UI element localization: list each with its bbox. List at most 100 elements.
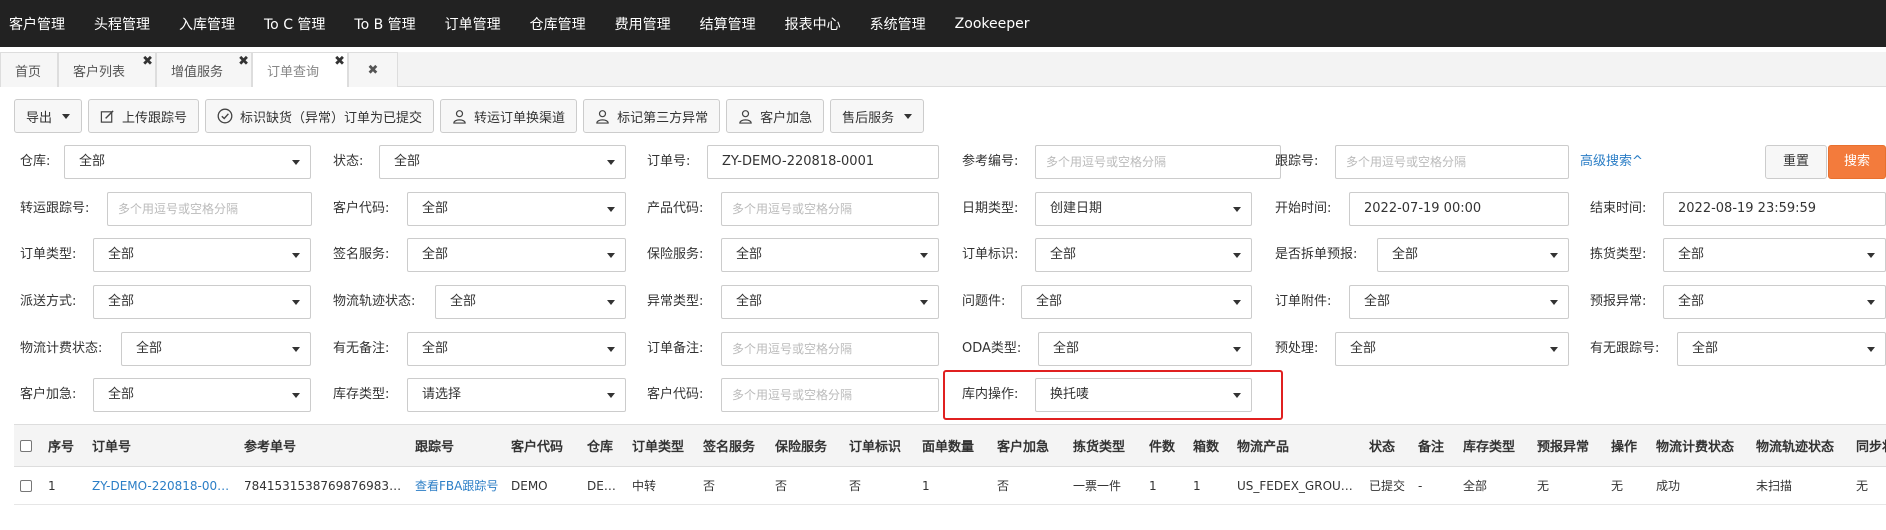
nav-tob[interactable]: To B 管理 — [345, 14, 429, 34]
status-select[interactable]: 全部 — [379, 145, 626, 179]
close-all-tabs-button[interactable]: ✖ — [348, 52, 398, 87]
billing-status-select[interactable]: 全部 — [121, 332, 311, 366]
tab-value-added[interactable]: 增值服务 ✖ — [156, 52, 252, 87]
date-type-label: 日期类型: — [962, 201, 1019, 216]
nav-first-leg[interactable]: 头程管理 — [85, 14, 164, 34]
end-time-input[interactable]: 2022-08-19 23:59:59 — [1663, 192, 1886, 226]
selected-value: 全部 — [136, 341, 163, 356]
caret-down-icon — [1233, 207, 1241, 212]
date-type-select[interactable]: 创建日期 — [1035, 192, 1252, 226]
caret-down-icon — [607, 253, 615, 258]
close-icon[interactable]: ✖ — [142, 55, 153, 68]
view-fba-tracking-link[interactable]: 查看FBA跟踪号 — [409, 466, 505, 505]
nav-orders[interactable]: 订单管理 — [436, 14, 515, 34]
tab-customer-list[interactable]: 客户列表 ✖ — [58, 52, 156, 87]
order-mark-select[interactable]: 全部 — [1035, 238, 1252, 272]
upload-tracking-label: 上传跟踪号 — [122, 110, 188, 126]
nav-toc[interactable]: To C 管理 — [255, 14, 339, 34]
attachment-select[interactable]: 全部 — [1349, 285, 1569, 319]
tab-bar: 首页 客户列表 ✖ 增值服务 ✖ 订单查询 ✖ ✖ — [0, 52, 1886, 87]
tab-order-query[interactable]: 订单查询 ✖ — [252, 52, 348, 87]
picking-type-select[interactable]: 全部 — [1663, 238, 1886, 272]
forecast-exception-select[interactable]: 全部 — [1663, 285, 1886, 319]
column-header: 拣货类型 — [1067, 424, 1143, 467]
search-button[interactable]: 搜索 — [1828, 145, 1886, 179]
table-row[interactable]: 1 ZY-DEMO-220818-0001 784153153876987698… — [14, 466, 1886, 505]
ref-no-input[interactable]: 多个用逗号或空格分隔 — [1035, 145, 1281, 179]
filter-row: 物流计费状态: 全部 有无备注: 全部 订单备注: 多个用逗号或空格分隔 ODA… — [0, 332, 1886, 366]
insurance-select[interactable]: 全部 — [721, 238, 939, 272]
delivery-select[interactable]: 全部 — [93, 285, 311, 319]
column-header: 件数 — [1143, 424, 1187, 467]
select-all-checkbox[interactable] — [20, 439, 32, 452]
user-icon — [596, 109, 609, 124]
urgent-select[interactable]: 全部 — [93, 378, 311, 412]
nav-warehouse[interactable]: 仓库管理 — [521, 14, 600, 34]
row-checkbox[interactable] — [20, 480, 32, 492]
caret-down-icon — [1550, 300, 1558, 305]
transfer-channel-button[interactable]: 转运订单换渠道 — [440, 99, 578, 133]
signature-select[interactable]: 全部 — [407, 238, 626, 272]
order-no-link[interactable]: ZY-DEMO-220818-0001 — [86, 466, 238, 505]
close-icon[interactable]: ✖ — [238, 55, 249, 68]
advanced-search-link[interactable]: 高级搜索^ — [1580, 145, 1643, 179]
preprocess-select[interactable]: 全部 — [1335, 332, 1569, 366]
selected-value: 全部 — [1050, 247, 1077, 262]
exception-type-label: 异常类型: — [647, 294, 704, 309]
ref-no-label: 参考编号: — [962, 154, 1019, 169]
close-icon[interactable]: ✖ — [334, 55, 345, 68]
customer-code-select[interactable]: 全部 — [407, 192, 626, 226]
after-sales-button[interactable]: 售后服务 — [830, 99, 925, 133]
nav-inbound[interactable]: 入库管理 — [170, 14, 249, 34]
table-cell: 1 — [1143, 466, 1187, 505]
tab-home[interactable]: 首页 — [0, 52, 58, 87]
product-code-input[interactable]: 多个用逗号或空格分隔 — [721, 192, 939, 226]
caret-down-icon — [1867, 347, 1875, 352]
stock-type-select[interactable]: 请选择 — [407, 378, 626, 412]
mark-shortage-button[interactable]: 标识缺货（异常）订单为已提交 — [205, 99, 435, 133]
has-remark-select[interactable]: 全部 — [407, 332, 626, 366]
start-time-input[interactable]: 2022-07-19 00:00 — [1349, 192, 1569, 226]
column-header: 订单号 — [86, 424, 238, 467]
table-cell: 成功 — [1650, 466, 1750, 505]
track-status-select[interactable]: 全部 — [435, 285, 626, 319]
table-cell: - — [1412, 466, 1457, 505]
reset-button[interactable]: 重置 — [1765, 145, 1828, 179]
customer-code2-input[interactable]: 多个用逗号或空格分隔 — [721, 378, 939, 412]
column-header: 箱数 — [1187, 424, 1231, 467]
column-header: 状态 — [1363, 424, 1412, 467]
oda-type-select[interactable]: 全部 — [1038, 332, 1252, 366]
upload-tracking-button[interactable]: 上传跟踪号 — [88, 99, 200, 133]
customer-urgent-button[interactable]: 客户加急 — [726, 99, 825, 133]
select-all-cell[interactable] — [14, 424, 42, 467]
problem-select[interactable]: 全部 — [1021, 285, 1252, 319]
order-remark-input[interactable]: 多个用逗号或空格分隔 — [721, 332, 939, 366]
nav-fees[interactable]: 费用管理 — [606, 14, 685, 34]
tab-label: 增值服务 — [171, 64, 224, 80]
has-tracking-select[interactable]: 全部 — [1677, 332, 1886, 366]
billing-status-label: 物流计费状态: — [20, 341, 103, 356]
transfer-tracking-input[interactable]: 多个用逗号或空格分隔 — [107, 192, 312, 226]
nav-customer[interactable]: 客户管理 — [0, 14, 79, 34]
tracking-no-input[interactable]: 多个用逗号或空格分隔 — [1335, 145, 1569, 179]
selected-value: 全部 — [108, 294, 135, 309]
exception-type-select[interactable]: 全部 — [721, 285, 939, 319]
edit-icon — [100, 109, 114, 123]
toolbar: 导出 上传跟踪号 标识缺货（异常）订单为已提交 转运订单换渠道 标记第三方异常 … — [14, 99, 930, 133]
nav-system[interactable]: 系统管理 — [861, 14, 940, 34]
table-cell: 全部 — [1457, 466, 1531, 505]
row-select-cell[interactable] — [14, 466, 42, 505]
warehouse-select[interactable]: 全部 — [64, 145, 311, 179]
nav-reports[interactable]: 报表中心 — [776, 14, 855, 34]
table-cell: 中转 — [626, 466, 697, 505]
mark-third-party-button[interactable]: 标记第三方异常 — [583, 99, 721, 133]
export-button[interactable]: 导出 — [14, 99, 83, 133]
column-header: 物流计费状态 — [1650, 424, 1750, 467]
selected-value: 全部 — [79, 154, 106, 169]
order-type-select[interactable]: 全部 — [93, 238, 311, 272]
order-no-input[interactable]: ZY-DEMO-220818-0001 — [707, 145, 939, 179]
nav-settlement[interactable]: 结算管理 — [691, 14, 770, 34]
product-code-label: 产品代码: — [647, 201, 704, 216]
nav-zookeeper[interactable]: Zookeeper — [946, 16, 1044, 32]
split-forecast-select[interactable]: 全部 — [1377, 238, 1569, 272]
